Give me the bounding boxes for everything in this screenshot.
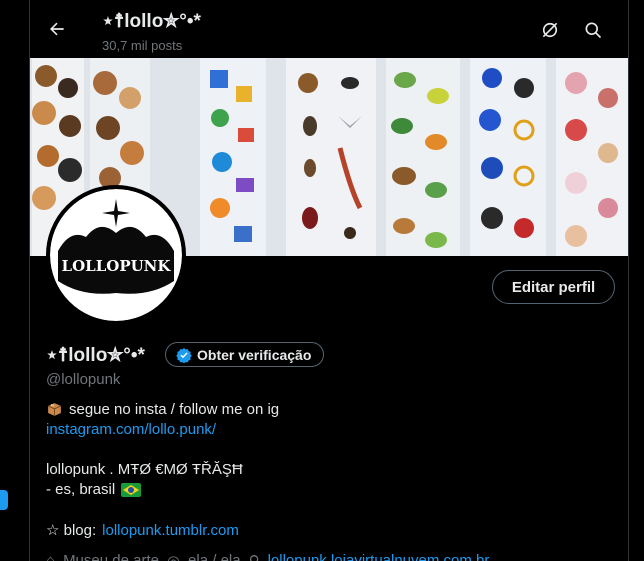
bio-line-instagram: segue no insta / follow me on ig xyxy=(46,401,279,418)
profile-handle: @lollopunk xyxy=(46,371,121,388)
get-verified-button[interactable]: Obter verificação xyxy=(165,342,325,367)
bio-line-location: - es, brasil xyxy=(46,481,142,498)
meta-category: Museu de arte xyxy=(63,552,159,561)
no-refresh-button[interactable] xyxy=(538,18,562,42)
get-verified-label: Obter verificação xyxy=(197,346,312,363)
bio-tagline: lollopunk . MŦØ €MØ ŦŘĂŞĦ xyxy=(46,461,243,478)
bio-line-tagline: lollopunk . MŦØ €MØ ŦŘĂŞĦ xyxy=(46,461,243,478)
no-refresh-icon xyxy=(542,22,558,38)
bio-line-blog: ☆ blog: lollopunk.tumblr.com xyxy=(46,521,239,540)
bio-line-instagram-link: instagram.com/lollo.punk/ xyxy=(46,421,216,438)
brazil-flag-icon xyxy=(121,482,142,497)
profile-header: ⋆☨lollo✮°•* 30,7 mil posts xyxy=(30,0,628,58)
location-pin-icon: ◎ xyxy=(167,552,180,561)
posts-count: 30,7 mil posts xyxy=(102,38,183,53)
profile-meta-row: ⌂ Museu de arte ◎ ela / ela ⚲ lollopunk.… xyxy=(46,552,489,561)
search-icon xyxy=(585,22,602,39)
avatar-logo: LOLLOPUNK xyxy=(50,189,182,321)
bio-location-text: - es, brasil xyxy=(46,481,116,498)
briefcase-icon: ⌂ xyxy=(46,552,56,561)
meta-website-link[interactable]: lollopunk.lojavirtualnuvem.com.br xyxy=(268,552,490,561)
package-icon xyxy=(47,403,62,416)
back-button[interactable] xyxy=(42,14,72,44)
back-arrow-icon xyxy=(50,22,64,36)
bio-instagram-text: segue no insta / follow me on ig xyxy=(69,401,280,418)
sidebar-post-button-edge[interactable] xyxy=(0,490,8,510)
display-name: ⋆☨lollo✮°•* xyxy=(46,345,145,366)
link-icon: ⚲ xyxy=(249,552,260,561)
right-column-edge xyxy=(628,0,644,561)
header-title: ⋆☨lollo✮°•* xyxy=(102,11,201,32)
blog-link[interactable]: lollopunk.tumblr.com xyxy=(102,522,239,539)
verified-badge-icon xyxy=(176,347,192,363)
profile-avatar[interactable]: LOLLOPUNK xyxy=(46,185,186,325)
search-button[interactable] xyxy=(581,18,605,42)
blog-prefix: ☆ blog: xyxy=(46,522,97,539)
left-sidebar-edge xyxy=(0,0,30,561)
meta-location: ela / ela xyxy=(188,552,241,561)
edit-profile-button[interactable]: Editar perfil xyxy=(492,270,615,304)
avatar-logo-text: LOLLOPUNK xyxy=(62,257,172,275)
instagram-link[interactable]: instagram.com/lollo.punk/ xyxy=(46,421,216,438)
profile-column: ⋆☨lollo✮°•* 30,7 mil posts LOLLOPUNK Edi… xyxy=(30,0,628,561)
